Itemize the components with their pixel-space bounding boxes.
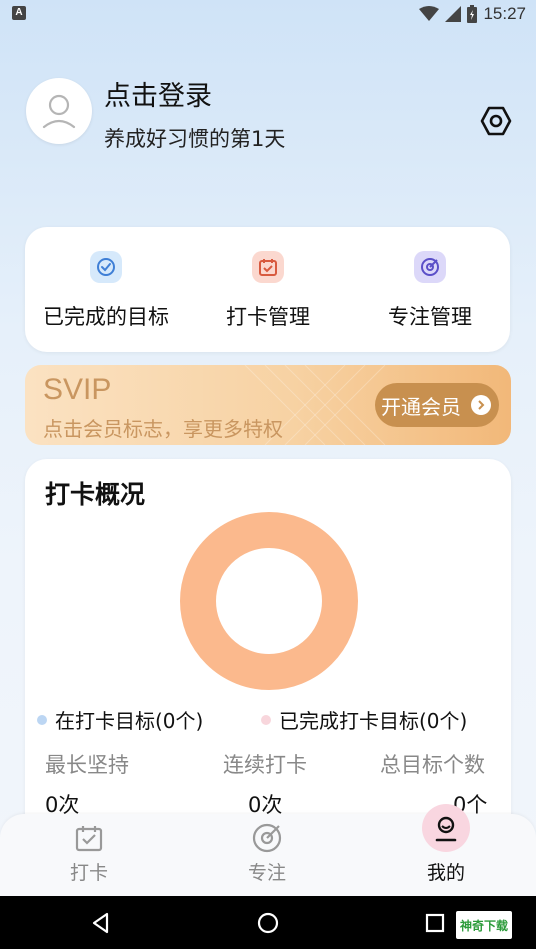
settings-button[interactable]: [480, 105, 512, 137]
completed-goals-button[interactable]: 已完成的目标: [25, 227, 187, 352]
bottom-tab-bar: 打卡 专注 我的: [0, 804, 536, 896]
status-icons: 15:27: [419, 2, 526, 26]
svip-subtitle: 点击会员标志，享更多特权: [43, 417, 283, 441]
open-membership-label: 开通会员: [381, 394, 461, 419]
calendar-check-icon: [71, 820, 107, 856]
tab-focus[interactable]: 专注: [178, 814, 356, 896]
check-circle-icon: [90, 251, 122, 283]
stat-longest-label: 最长坚持: [45, 753, 129, 777]
settings-icon: [480, 106, 512, 136]
quick-actions-card: 已完成的目标 打卡管理 专注管理: [25, 227, 510, 352]
target-icon: [249, 820, 285, 856]
legend-active-label: 在打卡目标(0个): [55, 709, 204, 733]
open-membership-button[interactable]: 开通会员: [375, 383, 499, 427]
user-icon: [42, 94, 76, 129]
home-icon: [257, 912, 279, 934]
clock: 15:27: [483, 4, 526, 23]
watermark-text: 神奇下载: [460, 918, 509, 933]
legend-dot: [37, 714, 47, 725]
focus-manage-label: 专注管理: [388, 305, 472, 329]
svip-banner[interactable]: SVIP 点击会员标志，享更多特权 开通会员: [25, 365, 511, 445]
checkin-manage-button[interactable]: 打卡管理: [187, 227, 349, 352]
calendar-check-icon: [252, 251, 284, 283]
status-bar: A 15:27: [0, 0, 536, 28]
signal-icon: [445, 6, 462, 22]
tab-focus-label: 专注: [247, 862, 286, 884]
tab-mine-label: 我的: [426, 862, 465, 884]
back-button[interactable]: [88, 910, 114, 936]
completed-goals-label: 已完成的目标: [43, 305, 169, 329]
overview-title: 打卡概况: [45, 480, 146, 509]
svip-title: SVIP: [43, 373, 112, 406]
recents-icon: [425, 913, 445, 933]
target-icon: [414, 251, 446, 283]
watermark: 神奇下载: [456, 911, 513, 939]
tab-mine[interactable]: 我的: [357, 804, 535, 896]
overview-donut-chart: [180, 512, 358, 690]
focus-manage-button[interactable]: 专注管理: [349, 227, 511, 352]
login-link[interactable]: 点击登录: [104, 74, 212, 113]
tab-checkin-label: 打卡: [69, 862, 108, 884]
stat-streak-label: 连续打卡: [223, 753, 307, 777]
tab-checkin[interactable]: 打卡: [0, 814, 178, 896]
stat-total-label: 总目标个数: [380, 753, 485, 777]
notification-icon: A: [12, 6, 26, 20]
habit-days-text: 养成好习惯的第1天: [104, 127, 286, 151]
legend-completed-goals: 已完成打卡目标(0个): [261, 705, 467, 734]
checkin-manage-label: 打卡管理: [226, 305, 310, 329]
legend-active-goals: 在打卡目标(0个): [37, 705, 203, 734]
legend-dot: [261, 714, 271, 725]
profile-face-icon: [422, 804, 470, 852]
battery-icon: [467, 5, 478, 23]
avatar[interactable]: [26, 78, 92, 144]
recents-button[interactable]: [422, 910, 448, 936]
home-button[interactable]: [255, 910, 281, 936]
wifi-icon: [419, 6, 440, 21]
legend-completed-label: 已完成打卡目标(0个): [279, 709, 468, 733]
back-icon: [92, 912, 109, 934]
chevron-right-icon: [471, 395, 491, 415]
